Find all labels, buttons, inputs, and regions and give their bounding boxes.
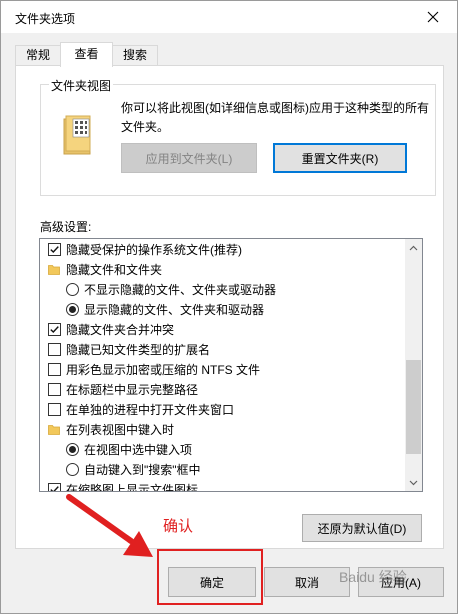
advanced-setting-row[interactable]: 自动键入到"搜索"框中 [40,459,406,479]
close-button[interactable] [417,4,449,30]
advanced-setting-row: 隐藏文件和文件夹 [40,259,406,279]
folder-icon [48,424,60,435]
checkbox-unchecked-icon[interactable] [48,402,61,416]
red-arrow-icon [66,494,153,557]
radio-selected-icon[interactable] [66,302,79,316]
close-icon [427,11,439,23]
advanced-setting-label: 隐藏文件夹合并冲突 [66,322,175,337]
advanced-setting-label: 在列表视图中键入时 [66,422,175,437]
advanced-settings-list[interactable]: 隐藏受保护的操作系统文件(推荐) 隐藏文件和文件夹不显示隐藏的文件、文件夹或驱动器… [39,238,423,492]
advanced-setting-row[interactable]: 隐藏受保护的操作系统文件(推荐) [40,239,406,259]
advanced-setting-row[interactable]: 在视图中选中键入项 [40,439,406,459]
reset-folders-button[interactable]: 重置文件夹(R) [273,143,407,173]
advanced-settings-label: 高级设置: [40,220,92,234]
scrollbar-thumb[interactable] [406,360,421,454]
advanced-setting-row[interactable]: 隐藏已知文件类型的扩展名 [40,339,406,359]
advanced-setting-row[interactable]: 在标题栏中显示完整路径 [40,379,406,399]
vertical-scrollbar[interactable] [405,239,422,491]
checkbox-unchecked-icon[interactable] [48,362,61,376]
restore-defaults-button[interactable]: 还原为默认值(D) [302,514,422,542]
advanced-setting-row[interactable]: 显示隐藏的文件、文件夹和驱动器 [40,299,406,319]
advanced-setting-label: 在标题栏中显示完整路径 [66,382,199,397]
folder-view-group: 文件夹视图 你可以将此视图(如详细信息或图标)应用于这种类型的所有文件夹。 应用… [40,77,436,196]
advanced-setting-label: 隐藏已知文件类型的扩展名 [66,342,211,357]
apply-to-folders-button[interactable]: 应用到文件夹(L) [121,143,257,173]
advanced-setting-row[interactable]: 用彩色显示加密或压缩的 NTFS 文件 [40,359,406,379]
advanced-setting-label: 在单独的进程中打开文件夹窗口 [66,402,235,417]
advanced-setting-row[interactable]: 在单独的进程中打开文件夹窗口 [40,399,406,419]
checkbox-unchecked-icon[interactable] [48,382,61,396]
folder-options-dialog: 文件夹选项 常规 查看 搜索 文件夹视图 你可以将此视图(如详细信息或图标)应用… [0,0,458,614]
view-tab-panel: 文件夹视图 你可以将此视图(如详细信息或图标)应用于这种类型的所有文件夹。 应用… [15,65,444,549]
advanced-setting-row: 在列表视图中键入时 [40,419,406,439]
advanced-settings-rows: 隐藏受保护的操作系统文件(推荐) 隐藏文件和文件夹不显示隐藏的文件、文件夹或驱动器… [40,239,406,491]
folder-view-group-label: 文件夹视图 [49,77,114,94]
scroll-up-button[interactable] [405,239,422,256]
folder-view-icon [63,115,91,155]
checkbox-checked-icon[interactable] [48,482,61,491]
advanced-setting-row[interactable]: 隐藏文件夹合并冲突 [40,319,406,339]
ok-highlight-box [157,549,263,605]
tab-view[interactable]: 查看 [60,42,113,67]
advanced-setting-label: 隐藏文件和文件夹 [66,262,163,277]
radio-unselected-icon[interactable] [66,462,79,476]
cancel-button[interactable]: 取消 [264,567,350,597]
tab-search[interactable]: 搜索 [112,45,158,66]
checkbox-checked-icon[interactable] [48,242,61,256]
annotation-confirm: 确认 [163,518,194,535]
window-title: 文件夹选项 [15,12,76,26]
radio-selected-icon[interactable] [66,442,79,456]
tab-general[interactable]: 常规 [15,45,61,66]
checkbox-unchecked-icon[interactable] [48,342,61,356]
watermark: Baidu 经验 [339,569,407,585]
advanced-setting-label: 显示隐藏的文件、文件夹和驱动器 [84,302,265,317]
advanced-setting-label: 在视图中选中键入项 [84,442,193,457]
advanced-setting-label: 隐藏受保护的操作系统文件(推荐) [66,242,242,257]
advanced-setting-label: 用彩色显示加密或压缩的 NTFS 文件 [66,362,260,377]
chevron-down-icon [409,480,418,485]
chevron-up-icon [409,245,418,250]
scroll-down-button[interactable] [405,474,422,491]
radio-unselected-icon[interactable] [66,282,79,296]
advanced-setting-row[interactable]: 不显示隐藏的文件、文件夹或驱动器 [40,279,406,299]
checkbox-checked-icon[interactable] [48,322,61,336]
advanced-setting-label: 自动键入到"搜索"框中 [84,462,201,477]
title-bar: 文件夹选项 [1,1,457,33]
folder-view-description: 你可以将此视图(如详细信息或图标)应用于这种类型的所有文件夹。 [121,101,429,134]
folder-icon [48,264,60,275]
advanced-setting-label: 不显示隐藏的文件、文件夹或驱动器 [84,282,277,297]
